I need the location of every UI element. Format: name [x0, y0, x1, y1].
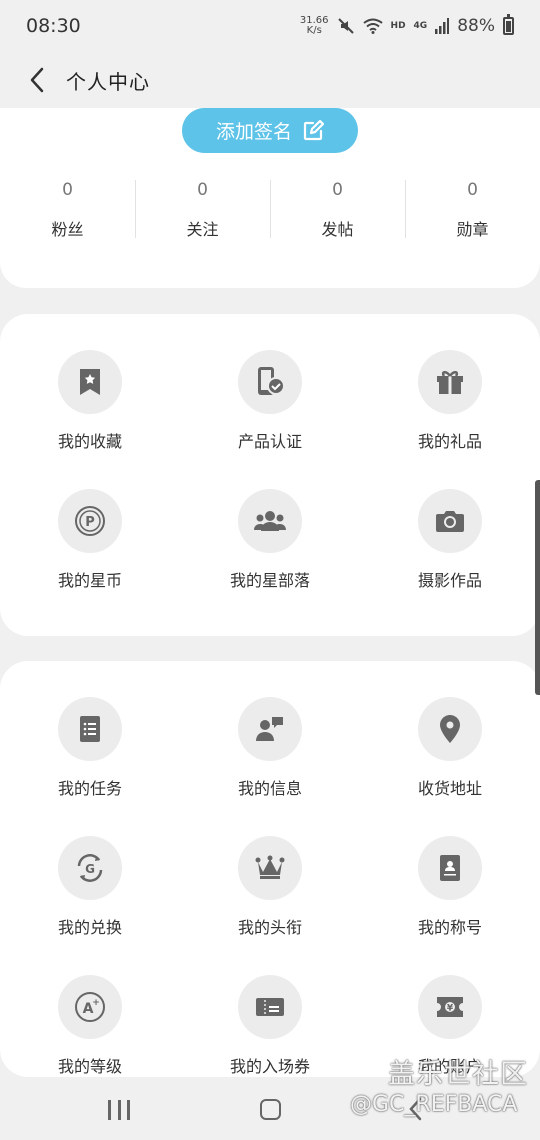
menu-item-favorites[interactable]: 我的收藏 — [0, 350, 180, 470]
exchange-icon: G — [58, 836, 122, 900]
menu-item-product-verify[interactable]: 产品认证 — [180, 350, 360, 470]
svg-text:G: G — [85, 862, 95, 876]
stat-label: 关注 — [186, 220, 219, 239]
mute-icon — [337, 18, 354, 34]
svg-text:P: P — [85, 515, 95, 530]
status-bar: 08:30 31.66 K/s HD 4G 88% — [0, 0, 540, 52]
home-button[interactable] — [260, 1099, 281, 1120]
menu-item-exchange[interactable]: G 我的兑换 — [0, 836, 180, 956]
edit-icon — [303, 119, 324, 140]
wallet-icon: ¥ — [418, 975, 482, 1039]
watermark-handle: @GC_REFBACA — [350, 1092, 518, 1117]
stat-fans[interactable]: 0 粉丝 — [0, 180, 135, 240]
menu-item-photography[interactable]: 摄影作品 — [360, 489, 540, 609]
stat-following[interactable]: 0 关注 — [135, 180, 270, 240]
coin-icon: P — [58, 489, 122, 553]
battery-percent: 88% — [457, 16, 495, 36]
menu-item-label: 我的星部落 — [229, 571, 310, 590]
watermark-title: 盖乐世社区 — [388, 1059, 528, 1090]
recent-bar-icon — [108, 1100, 111, 1120]
menu-item-label: 我的星币 — [57, 571, 122, 590]
task-list-icon — [58, 697, 122, 761]
feature-card-2: 我的任务 我的信息 收货地址 G 我的兑换 我的头衔 我的称号 A+ 我的等级 — [0, 661, 540, 1077]
network-speed: 31.66 K/s — [299, 15, 329, 36]
stat-posts[interactable]: 0 发帖 — [270, 180, 405, 240]
svg-text:¥: ¥ — [447, 1004, 454, 1014]
badge-card-icon — [418, 836, 482, 900]
menu-item-label: 我的入场券 — [229, 1057, 310, 1076]
menu-item-titles[interactable]: 我的头衔 — [180, 836, 360, 956]
stat-label: 粉丝 — [51, 220, 84, 239]
add-signature-label: 添加签名 — [215, 121, 292, 143]
location-pin-icon — [418, 697, 482, 761]
ticket-icon — [238, 975, 302, 1039]
message-user-icon — [238, 697, 302, 761]
edge-panel-handle[interactable] — [535, 480, 540, 695]
bookmark-icon — [58, 350, 122, 414]
stat-value: 0 — [197, 180, 208, 200]
signal-type: 4G — [413, 21, 428, 31]
menu-item-star-coins[interactable]: P 我的星币 — [0, 489, 180, 609]
menu-item-label: 我的兑换 — [57, 918, 122, 937]
menu-item-label: 我的头衔 — [237, 918, 302, 937]
menu-item-label: 我的任务 — [57, 779, 122, 798]
battery-icon — [503, 14, 514, 35]
stat-medals[interactable]: 0 勋章 — [405, 180, 540, 240]
menu-item-label: 摄影作品 — [417, 571, 482, 590]
menu-item-label: 我的礼品 — [417, 432, 482, 451]
recent-apps-button[interactable] — [108, 1100, 130, 1120]
menu-item-gifts[interactable]: 我的礼品 — [360, 350, 540, 470]
stat-value: 0 — [332, 180, 343, 200]
feature-card-1: 我的收藏 产品认证 我的礼品 P 我的星币 我的星部落 摄影作品 — [0, 314, 540, 636]
stat-value: 0 — [62, 180, 73, 200]
wifi-icon — [362, 18, 383, 34]
menu-item-star-tribe[interactable]: 我的星部落 — [180, 489, 360, 609]
group-icon — [238, 489, 302, 553]
add-signature-button[interactable]: 添加签名 — [182, 108, 358, 153]
menu-item-tickets[interactable]: 我的入场券 — [180, 975, 360, 1095]
menu-item-label: 我的信息 — [237, 779, 302, 798]
recent-bar-icon — [117, 1100, 121, 1120]
level-icon: A + — [58, 975, 122, 1039]
menu-item-level[interactable]: A + 我的等级 — [0, 975, 180, 1095]
svg-text:+: + — [92, 998, 100, 1008]
stat-label: 发帖 — [321, 220, 354, 239]
signal-icon — [435, 18, 450, 34]
back-button[interactable] — [22, 60, 52, 100]
menu-item-label: 我的收藏 — [57, 432, 122, 451]
stats-row: 0 粉丝 0 关注 0 发帖 0 勋章 — [0, 180, 540, 240]
menu-item-label: 收货地址 — [417, 779, 482, 798]
gift-icon — [418, 350, 482, 414]
stat-value: 0 — [467, 180, 478, 200]
menu-item-label: 我的等级 — [57, 1057, 122, 1076]
stat-label: 勋章 — [456, 220, 489, 239]
menu-item-messages[interactable]: 我的信息 — [180, 697, 360, 817]
menu-item-label: 产品认证 — [237, 432, 302, 451]
chevron-left-icon — [30, 67, 44, 93]
menu-item-honors[interactable]: 我的称号 — [360, 836, 540, 956]
profile-card: 添加签名 0 粉丝 0 关注 0 发帖 0 勋章 — [0, 108, 540, 288]
page-title: 个人中心 — [66, 69, 150, 94]
phone-verified-icon — [238, 350, 302, 414]
header: 个人中心 — [0, 52, 540, 108]
menu-item-label: 我的称号 — [417, 918, 482, 937]
crown-icon — [238, 836, 302, 900]
menu-item-address[interactable]: 收货地址 — [360, 697, 540, 817]
menu-item-tasks[interactable]: 我的任务 — [0, 697, 180, 817]
hd-indicator: HD — [390, 21, 406, 31]
status-time: 08:30 — [26, 15, 81, 37]
status-icons: 31.66 K/s HD 4G 88% — [299, 14, 514, 36]
camera-icon — [418, 489, 482, 553]
recent-bar-icon — [127, 1100, 130, 1120]
